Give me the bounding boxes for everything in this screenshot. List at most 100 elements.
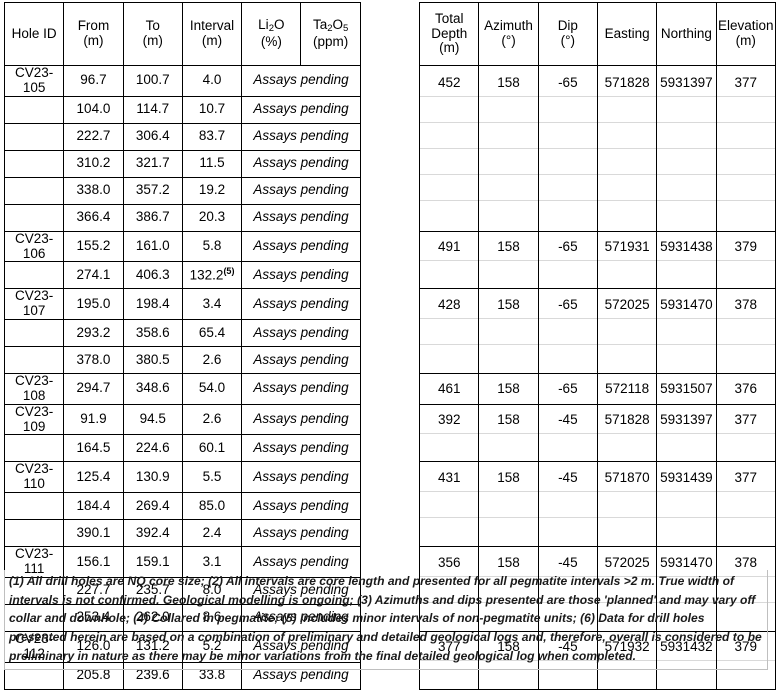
cell-northing-value: 5931438 — [660, 239, 713, 255]
cell-from: 293.2 — [63, 319, 124, 348]
cell-filler — [597, 318, 657, 344]
cell-hole-id — [3, 176, 65, 205]
cell-from: 125.4 — [63, 461, 124, 494]
cell-spacer — [360, 434, 420, 462]
cell-total-depth: 428 — [419, 288, 480, 375]
cell-filler — [657, 96, 716, 122]
cell-from: 222.7 — [63, 122, 124, 151]
cell-filler — [597, 433, 657, 459]
cell-assay-status: Assays pending — [241, 403, 361, 436]
cell-filler — [538, 517, 597, 543]
cell-from: 390.1 — [63, 519, 124, 548]
cell-hole-id: CV23-106 — [3, 230, 65, 263]
cell-assay-status: Assays pending — [241, 492, 361, 521]
column-header-azimuth-label: Azimuth — [484, 18, 533, 34]
cell-from: 104.0 — [63, 95, 124, 124]
cell-to: 198.4 — [122, 288, 183, 321]
column-header-easting: Easting — [596, 2, 658, 66]
column-header-dip-unit: (°) — [560, 33, 576, 48]
cell-to: 94.5 — [122, 403, 183, 436]
cell-filler — [479, 174, 538, 200]
cell-easting: 571828 — [596, 403, 658, 463]
cell-filler — [538, 122, 597, 148]
cell-hole-id — [3, 346, 65, 375]
cell-hole-id — [3, 149, 65, 178]
cell-to: 348.6 — [122, 373, 183, 405]
cell-hole-id — [3, 434, 65, 463]
cell-dip: -65 — [537, 288, 598, 375]
cell-to: 130.9 — [122, 461, 183, 494]
column-header-elevation-label: Elevation — [718, 18, 774, 34]
cell-filler — [657, 344, 716, 370]
cell-to: 392.4 — [122, 519, 183, 548]
cell-northing-value: 5931397 — [660, 75, 713, 91]
cell-spacer — [360, 519, 420, 547]
cell-from: 310.2 — [63, 149, 124, 178]
cell-spacer — [360, 96, 420, 124]
cell-northing: 5931507 — [656, 373, 717, 405]
cell-filler — [597, 517, 657, 543]
cell-hole-id — [3, 319, 65, 348]
cell-filler — [716, 517, 775, 543]
cell-assay-status: Assays pending — [241, 230, 361, 263]
cell-filler — [716, 174, 775, 200]
cell-easting-value: 572118 — [605, 380, 650, 396]
cell-assay-status: Assays pending — [241, 95, 361, 124]
cell-from: 155.2 — [63, 230, 124, 263]
cell-dip-value: -65 — [558, 75, 578, 91]
cell-to: 380.5 — [122, 346, 183, 375]
cell-northing-value: 5931397 — [660, 412, 713, 428]
column-header-li2o: Li2O (%) — [241, 2, 302, 66]
cell-filler — [716, 318, 775, 344]
cell-interval: 5.5 — [181, 461, 243, 494]
cell-spacer — [360, 123, 420, 151]
cell-total-depth: 392 — [419, 403, 480, 463]
cell-total-depth-value: 431 — [437, 470, 461, 486]
cell-assay-status: Assays pending — [241, 149, 361, 178]
cell-interval: 20.3 — [181, 203, 243, 232]
cell-from: 184.4 — [63, 492, 124, 521]
cell-northing-value: 5931470 — [660, 297, 713, 313]
cell-dip-value: -65 — [558, 239, 578, 255]
cell-filler — [479, 491, 538, 517]
cell-filler — [420, 517, 479, 543]
column-header-to-unit: (m) — [142, 33, 163, 48]
cell-assay-status: Assays pending — [241, 288, 361, 321]
cell-filler — [716, 122, 775, 148]
cell-dip-value: -65 — [558, 297, 578, 313]
cell-filler — [657, 174, 716, 200]
cell-filler — [597, 148, 657, 174]
cell-assay-status: Assays pending — [241, 461, 361, 494]
header-row: Hole ID From (m) To (m) Interval (m) Li2… — [3, 2, 777, 66]
cell-elevation-value: 377 — [734, 412, 758, 428]
cell-interval: 132.2(5) — [181, 261, 243, 290]
cell-spacer — [360, 288, 420, 320]
cell-interval: 11.5 — [181, 149, 243, 178]
cell-interval: 2.6 — [181, 403, 243, 436]
cell-dip-value: -45 — [558, 412, 578, 428]
cell-assay-status: Assays pending — [241, 261, 361, 290]
column-header-total-depth-line2: Depth — [431, 25, 468, 41]
cell-filler — [716, 433, 775, 459]
column-header-total-depth-unit: (m) — [439, 40, 460, 56]
table-header: Hole ID From (m) To (m) Interval (m) Li2… — [3, 2, 777, 66]
cell-filler — [597, 260, 657, 286]
cell-total-depth: 452 — [419, 65, 480, 232]
cell-spacer — [360, 319, 420, 347]
cell-interval: 85.0 — [181, 492, 243, 521]
cell-spacer — [360, 261, 420, 289]
table-row: CV23-107 195.0 198.4 3.4 Assays pending 428 15… — [3, 288, 777, 375]
cell-filler — [420, 96, 479, 122]
cell-elevation-value: 377 — [734, 75, 758, 91]
cell-from: 274.1 — [63, 261, 124, 290]
cell-filler — [597, 122, 657, 148]
cell-to: 269.4 — [122, 492, 183, 521]
column-header-to: To (m) — [122, 2, 183, 66]
cell-interval: 2.4 — [181, 519, 243, 548]
column-header-from-unit: (m) — [83, 33, 104, 48]
cell-filler — [420, 260, 479, 286]
cell-azimuth: 158 — [478, 230, 539, 290]
column-header-from: From (m) — [63, 2, 124, 66]
cell-filler — [479, 148, 538, 174]
cell-easting-value: 571870 — [604, 470, 650, 486]
